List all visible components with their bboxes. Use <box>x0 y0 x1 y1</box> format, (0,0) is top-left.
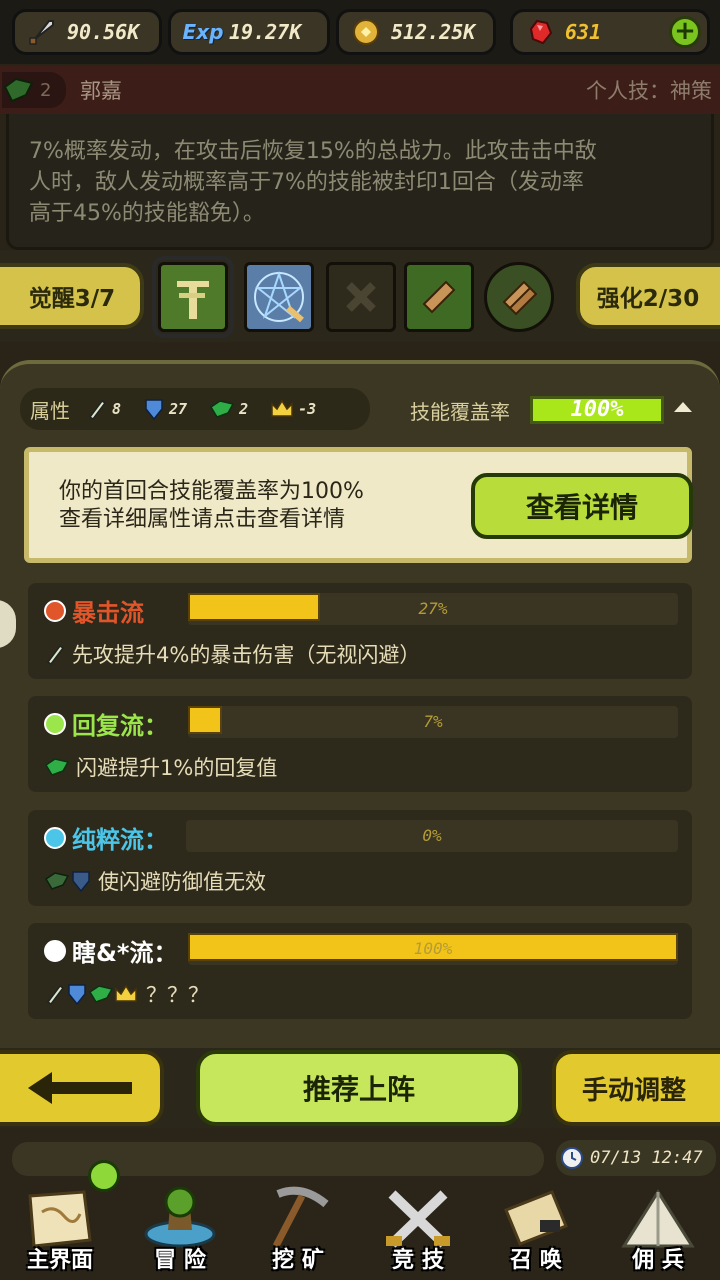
flow-title: 瞎&*流： <box>44 933 177 968</box>
flow-percent: 27% <box>418 599 448 618</box>
attributes-bar: 属性 8 27 2 -3 <box>20 388 370 430</box>
sword-icon <box>46 644 65 666</box>
flow-effect: ？？？ <box>44 979 209 1009</box>
action-row: 推荐上阵 手动调整 <box>0 1048 720 1128</box>
magic-circle-icon <box>254 270 304 323</box>
nav-summon[interactable]: 召 唤 <box>478 1182 594 1280</box>
resource-bar: 90.56K Exp 19.27K 512.25K 631 + <box>0 0 720 64</box>
recommend-deploy-button[interactable]: 推荐上阵 <box>196 1050 522 1126</box>
skill-slot-locked <box>326 262 396 332</box>
sword-icon <box>46 984 65 1006</box>
hero-name: 郭嘉 <box>80 79 122 103</box>
green-gem-icon <box>44 758 70 776</box>
attr-dodge: 2 <box>209 398 248 420</box>
enhance-button[interactable]: 强化2/30 <box>576 263 720 329</box>
heal-bullet-icon <box>44 712 66 735</box>
flow-pure: 纯粹流： 0% 使闪避防御值无效 <box>28 810 692 906</box>
nav-mine[interactable]: 挖 矿 <box>240 1182 356 1280</box>
coverage-bar: 100% <box>530 396 664 424</box>
skill-description: 7%概率发动，在攻击后恢复15%的总战力。此攻击击中敌 人时，敌人发动概率高于7… <box>6 114 714 250</box>
skill-gem-badge: 2 <box>2 72 66 108</box>
flow-progress-track: 100% <box>188 933 678 965</box>
gems-resource: 631 + <box>510 9 710 55</box>
green-gem-icon <box>88 985 114 1003</box>
attack-value: 90.56K <box>67 20 140 44</box>
clock: 07/13 12:47 <box>556 1140 716 1176</box>
dark-shield-icon <box>72 871 90 893</box>
tree-skill-icon <box>177 281 209 319</box>
notification-dot <box>88 1160 120 1192</box>
shield-icon <box>68 984 86 1006</box>
flow-progress-track: 0% <box>186 820 678 852</box>
bottom-nav: 07/13 12:47 主界面 冒 险 挖 矿 竞 技 召 唤 佣 兵 <box>0 1128 720 1280</box>
question-bullet-icon <box>44 939 66 962</box>
crown-icon <box>115 984 137 1002</box>
green-gem-icon <box>3 77 34 103</box>
flow-effect: 闪避提升1%的回复值 <box>44 752 277 782</box>
coverage-info-box: 你的首回合技能覆盖率为100% 查看详细属性请点击查看详情 查看详情 <box>24 447 693 563</box>
nav-arena[interactable]: 竞 技 <box>360 1182 476 1280</box>
gold-coin-icon <box>349 15 383 49</box>
flow-heal: 回复流： 7% 闪避提升1%的回复值 <box>28 696 692 792</box>
flow-progress-track: 27% <box>188 593 678 625</box>
exp-resource: Exp 19.27K <box>168 9 330 55</box>
scroll-bundle-icon <box>502 280 538 316</box>
attr-crown: -3 <box>270 398 316 420</box>
back-button[interactable] <box>0 1050 164 1126</box>
skill-header: 2 郭嘉 个人技：神策 <box>0 66 720 114</box>
flow-percent: 7% <box>423 712 443 731</box>
flow-mystery: 瞎&*流： 100% ？？？ <box>28 923 692 1019</box>
flow-percent: 100% <box>413 939 453 958</box>
flow-effect: 使闪避防御值无效 <box>44 866 266 896</box>
green-gem-icon <box>210 400 235 418</box>
flow-title: 纯粹流： <box>44 820 168 855</box>
nav-mercenary[interactable]: 佣 兵 <box>600 1182 716 1280</box>
gold-resource: 512.25K <box>336 9 496 55</box>
collapse-caret-icon[interactable] <box>674 402 692 412</box>
gem-count: 2 <box>40 79 52 101</box>
clock-icon <box>561 1147 583 1169</box>
shield-icon <box>145 399 163 421</box>
awaken-button[interactable]: 觉醒3/7 <box>0 263 144 329</box>
flow-effect: 先攻提升4%的暴击伤害（无视闪避） <box>44 639 420 669</box>
attributes-label: 属性 <box>30 398 70 423</box>
scroll-icon <box>422 280 456 314</box>
manual-adjust-button[interactable]: 手动调整 <box>552 1050 720 1126</box>
skill-slot-scroll-bundle[interactable] <box>484 262 554 332</box>
skill-slot-magic-circle[interactable] <box>244 262 314 332</box>
skill-type-label: 个人技：神策 <box>586 79 712 103</box>
sword-icon <box>88 399 107 421</box>
flow-crit: 暴击流 27% 先攻提升4%的暴击伤害（无视闪避） <box>28 583 692 679</box>
dark-gem-icon <box>44 872 70 890</box>
view-details-button[interactable]: 查看详情 <box>471 473 693 539</box>
exp-icon: Exp <box>182 20 224 44</box>
clock-time: 07/13 12:47 <box>590 1148 703 1168</box>
coverage-label: 技能覆盖率 <box>410 400 510 424</box>
nav-home[interactable]: 主界面 <box>2 1160 120 1280</box>
attack-resource: 90.56K <box>12 9 162 55</box>
coverage-value: 100% <box>570 397 624 422</box>
crown-icon <box>271 399 293 417</box>
awaken-row: 觉醒3/7 强化2/30 <box>0 250 720 342</box>
gems-value: 631 <box>565 20 602 44</box>
flow-percent: 0% <box>422 826 442 845</box>
pure-bullet-icon <box>44 826 66 849</box>
flow-title: 暴击流 <box>44 593 144 628</box>
sword-icon <box>25 15 59 49</box>
add-gems-button[interactable]: + <box>669 16 701 48</box>
flow-title: 回复流： <box>44 706 168 741</box>
exp-value: 19.27K <box>229 20 302 44</box>
nav-adventure[interactable]: 冒 险 <box>122 1182 238 1280</box>
crit-bullet-icon <box>44 599 66 622</box>
gold-value: 512.25K <box>391 20 476 44</box>
attr-sword: 8 <box>86 397 121 421</box>
coverage-info-text: 你的首回合技能覆盖率为100% 查看详细属性请点击查看详情 <box>59 479 364 532</box>
locked-x-icon <box>346 282 376 312</box>
flow-progress-track: 7% <box>188 706 678 738</box>
ruby-icon <box>523 15 557 49</box>
back-arrow-icon <box>28 1072 132 1104</box>
skill-slot-tree[interactable] <box>152 256 234 338</box>
attr-shield: 27 <box>143 397 187 421</box>
skill-slot-scroll[interactable] <box>404 262 474 332</box>
